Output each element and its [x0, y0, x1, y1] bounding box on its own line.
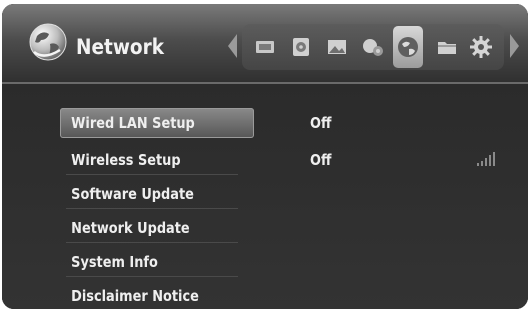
music-settings-icon[interactable] [360, 34, 386, 60]
menu-item-network-update[interactable]: Network Update [60, 213, 254, 243]
wired-lan-value: Off [310, 114, 332, 132]
category-icon-bar [242, 24, 504, 70]
menu-item-label: Wired LAN Setup [71, 114, 195, 132]
menu-item-label: Software Update [71, 185, 194, 203]
scroll-right-arrow-icon[interactable] [510, 34, 519, 58]
scroll-left-arrow-icon[interactable] [228, 34, 237, 58]
page-title: Network [76, 35, 165, 59]
menu-item-wireless-setup[interactable]: Wireless Setup [60, 145, 254, 175]
menu-panel: Wired LAN Setup Off Wireless Setup Off S… [2, 84, 528, 309]
menu-item-label: Network Update [71, 219, 190, 237]
settings-window: Network Wired LAN Setup Off Wireless Set… [2, 4, 528, 309]
globe-icon [29, 23, 67, 61]
header-bar: Network [2, 4, 528, 84]
movie-icon[interactable] [252, 34, 278, 60]
folder-icon[interactable] [434, 34, 460, 60]
menu-item-software-update[interactable]: Software Update [60, 179, 254, 209]
disc-icon[interactable] [288, 34, 314, 60]
gear-icon[interactable] [468, 34, 494, 60]
network-globe-icon[interactable] [393, 26, 423, 68]
menu-item-wired-lan-setup[interactable]: Wired LAN Setup [60, 108, 254, 138]
menu-item-label: Wireless Setup [71, 151, 181, 169]
menu-item-system-info[interactable]: System Info [60, 247, 254, 277]
wireless-value: Off [310, 151, 332, 169]
signal-strength-icon [477, 152, 495, 166]
menu-item-label: System Info [71, 253, 158, 271]
photo-icon[interactable] [324, 34, 350, 60]
menu-item-label: Disclaimer Notice [71, 287, 199, 305]
menu-item-disclaimer-notice[interactable]: Disclaimer Notice [60, 281, 254, 309]
